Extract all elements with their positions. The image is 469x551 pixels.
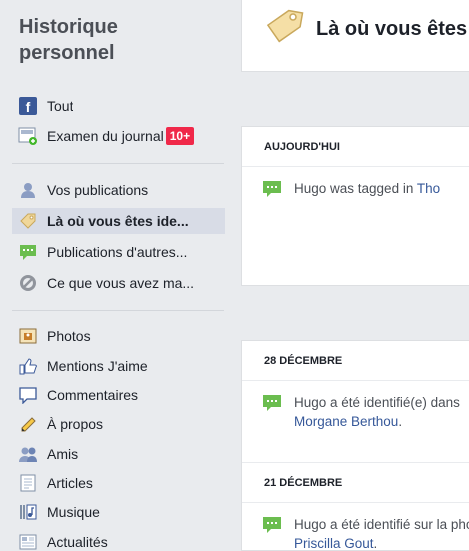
sidebar-item-articles[interactable]: Articles: [12, 470, 225, 496]
friends-icon: [18, 444, 38, 464]
facebook-icon: f: [18, 96, 38, 116]
page-title: Là où vous êtes identifié(e): [316, 18, 469, 40]
activity-section: AUJOURD'HUI Hugo was tagged in Tho: [241, 126, 469, 286]
story-text: Hugo a été identifié(e) dans: [294, 395, 460, 410]
page-header: Là où vous êtes identifié(e): [241, 0, 469, 72]
news-icon: [18, 532, 38, 551]
activity-story: Hugo a été identifié sur la photo Prisci…: [242, 503, 469, 550]
music-icon: [18, 502, 38, 522]
sidebar-item-tagged[interactable]: Là où vous êtes ide...: [12, 208, 225, 234]
sidebar-item-photos[interactable]: Photos: [12, 323, 225, 349]
sidebar-item-friends[interactable]: Amis: [12, 441, 225, 467]
speech-bubble-icon: [262, 393, 282, 418]
article-icon: [18, 473, 38, 493]
story-link[interactable]: Tho: [417, 181, 440, 196]
section-date: 28 DÉCEMBRE: [242, 341, 469, 381]
story-link[interactable]: Morgane Berthou: [294, 414, 398, 429]
sidebar-title: Historique personnel: [19, 16, 118, 64]
sidebar-divider: [12, 310, 224, 311]
activity-section: 28 DÉCEMBRE Hugo a été identifié(e) dans…: [241, 340, 469, 551]
story-text: Hugo a été identifié sur la photo: [294, 517, 469, 532]
sidebar-item-news[interactable]: Actualités: [12, 529, 225, 551]
sidebar-item-music[interactable]: Musique: [12, 499, 225, 525]
sidebar-item-your-posts[interactable]: Vos publications: [12, 177, 225, 203]
speech-bubble-icon: [262, 179, 282, 204]
tag-icon: [264, 6, 304, 55]
sidebar-item-about[interactable]: À propos: [12, 411, 225, 437]
section-date: 21 DÉCEMBRE: [242, 463, 469, 503]
comment-icon: [18, 385, 38, 405]
like-icon: [18, 356, 38, 376]
notification-badge: 10+: [165, 127, 195, 145]
pencil-icon: [18, 414, 38, 434]
activity-story: Hugo was tagged in Tho: [242, 167, 469, 231]
sidebar-item-timeline-review[interactable]: Examen du journal 10+: [12, 123, 225, 149]
speech-bubble-icon: [262, 515, 282, 540]
sidebar-item-hidden[interactable]: Ce que vous avez ma...: [12, 270, 225, 296]
person-icon: [18, 180, 38, 200]
photo-icon: [18, 326, 38, 346]
sidebar-item-others-posts[interactable]: Publications d'autres...: [12, 239, 225, 265]
hidden-icon: [18, 273, 38, 293]
sidebar-divider: [12, 163, 224, 164]
speech-bubble-icon: [18, 242, 38, 262]
sidebar-item-comments[interactable]: Commentaires: [12, 382, 225, 408]
sidebar: Historique personnel f Tout Examen du jo…: [0, 0, 226, 551]
sidebar-item-likes[interactable]: Mentions J'aime: [12, 353, 225, 379]
activity-story: Hugo a été identifié(e) dans Morgane Ber…: [242, 381, 469, 462]
story-link[interactable]: Priscilla Gout: [294, 536, 374, 550]
section-date: AUJOURD'HUI: [242, 127, 469, 167]
main-content: Là où vous êtes identifié(e) AUJOURD'HUI…: [241, 0, 469, 551]
story-text: Hugo was tagged in: [294, 181, 417, 196]
svg-text:f: f: [26, 99, 31, 115]
sidebar-item-all[interactable]: f Tout: [12, 93, 225, 119]
tag-icon: [18, 211, 38, 231]
timeline-review-icon: [18, 126, 38, 146]
